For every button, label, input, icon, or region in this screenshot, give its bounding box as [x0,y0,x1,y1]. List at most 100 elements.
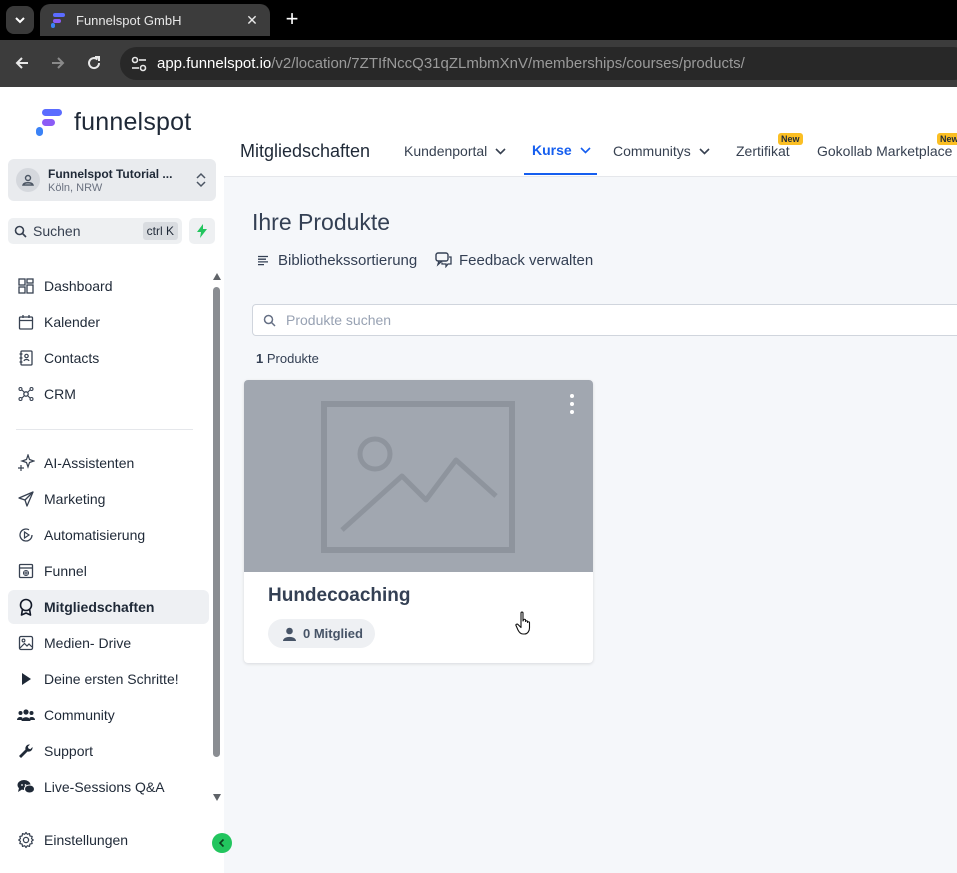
sidebar-item-support[interactable]: Support [8,734,209,768]
sidebar: funnelspot Funnelspot Tutorial ... Köln,… [0,87,232,873]
account-switcher[interactable]: Funnelspot Tutorial ... Köln, NRW [8,159,216,201]
section-title: Mitgliedschaften [240,141,371,161]
chat-icon [17,778,35,796]
tab-kurse[interactable]: Kurse [532,142,591,158]
chevron-left-icon [218,838,225,848]
sidebar-item-marketing[interactable]: Marketing [8,482,209,516]
sidebar-item-dashboard[interactable]: Dashboard [8,269,209,303]
calendar-icon [17,313,35,331]
sidebar-item-crm[interactable]: CRM [8,377,209,411]
browser-tab[interactable]: Funnelspot GmbH ✕ [40,4,270,36]
manage-feedback-label: Feedback verwalten [459,251,594,269]
member-count-badge: 0 Mitglied [268,619,375,648]
people-icon [17,706,35,724]
reload-button[interactable] [82,51,106,75]
tab-search-button[interactable] [6,6,34,34]
quick-actions-button[interactable] [189,218,215,244]
tab-kundenportal[interactable]: Kundenportal [404,143,506,159]
tab-label: Communitys [613,143,691,159]
account-text: Funnelspot Tutorial ... Köln, NRW [48,167,194,194]
funnel-icon [17,562,35,580]
tab-label: Kundenportal [404,143,488,159]
sidebar-item-label: Community [44,707,115,723]
chevron-up-down-icon [194,168,208,192]
sidebar-item-label: Medien- Drive [44,635,132,651]
search-label: Suchen [33,223,81,239]
sidebar-item-label: Marketing [44,491,106,507]
sort-lines-icon [254,251,272,269]
user-icon [282,627,297,641]
close-tab-icon[interactable]: ✕ [244,12,260,29]
sidebar-item-label: CRM [44,386,76,402]
contacts-icon [17,349,35,367]
address-bar[interactable]: app.funnelspot.io/v2/location/7ZTIfNccQ3… [120,47,957,80]
tab-gokollab-marketplace[interactable]: Gokollab Marketplace [817,143,952,159]
sidebar-search[interactable]: Suchen ctrl K [8,218,182,244]
sidebar-item-label: Deine ersten Schritte! [44,671,179,687]
image-icon [17,634,35,652]
image-placeholder-icon [321,401,515,553]
tab-title: Funnelspot GmbH [76,12,182,28]
new-tab-button[interactable]: + [281,8,303,30]
product-count-number: 1 [256,351,264,366]
funnelspot-favicon-icon [50,12,66,28]
account-name: Funnelspot Tutorial ... [48,166,173,181]
sidebar-item-label: Contacts [44,350,100,366]
funnelspot-logo-icon [36,109,62,136]
sidebar-item-contacts[interactable]: Contacts [8,341,209,375]
tab-communitys[interactable]: Communitys [613,143,710,159]
sidebar-item-einstellungen[interactable]: Einstellungen [8,823,209,857]
sidebar-item-automatisierung[interactable]: Automatisierung [8,518,209,552]
card-more-options-icon[interactable] [564,394,580,414]
chevron-down-icon [580,146,591,154]
tab-zertifikat[interactable]: Zertifikat [736,143,790,159]
product-thumbnail [244,380,593,572]
forward-button[interactable] [46,51,70,75]
product-count: 1 Produkte [256,351,319,366]
logo-text: funnelspot [74,107,192,136]
browser-toolbar: app.funnelspot.io/v2/location/7ZTIfNccQ3… [0,40,957,87]
scroll-down-icon[interactable] [213,794,221,801]
crm-icon [17,385,35,403]
send-icon [17,490,35,508]
product-count-label: Produkte [266,351,319,366]
sidebar-item-live-sessions[interactable]: Live-Sessions Q&A [8,770,209,804]
library-sort-button[interactable]: Bibliothekssortierung [254,251,417,269]
manage-feedback-button[interactable]: Feedback verwalten [435,251,593,269]
sidebar-item-medien-drive[interactable]: Medien- Drive [8,626,209,660]
gear-icon [17,831,35,849]
search-shortcut: ctrl K [142,222,178,240]
sidebar-item-kalender[interactable]: Kalender [8,305,209,339]
sidebar-item-mitgliedschaften[interactable]: Mitgliedschaften [8,590,209,624]
sidebar-item-ai-assistenten[interactable]: AI-Assistenten [8,446,209,480]
dashboard-icon [17,277,35,295]
scroll-thumb[interactable] [213,287,220,757]
sidebar-item-funnel[interactable]: Funnel [8,554,209,588]
location-avatar [16,168,40,192]
product-search[interactable] [252,304,957,336]
arrow-left-icon [15,57,28,69]
play-icon [17,670,35,688]
product-search-input[interactable] [286,312,886,328]
sidebar-item-erste-schritte[interactable]: Deine ersten Schritte! [8,662,209,696]
site-info-icon[interactable] [128,53,150,75]
product-card[interactable]: Hundecoaching 0 Mitglied [244,380,593,663]
sidebar-item-community[interactable]: Community [8,698,209,732]
product-title[interactable]: Hundecoaching [268,585,411,607]
chevron-down-icon [699,147,710,155]
sidebar-item-label: Einstellungen [44,832,129,848]
browser-tab-strip: Funnelspot GmbH ✕ + [0,0,957,40]
feedback-icon [435,251,453,269]
wrench-icon [17,742,35,760]
collapse-sidebar-button[interactable] [212,833,232,853]
funnelspot-logo[interactable]: funnelspot [36,107,191,137]
search-icon [263,314,276,327]
sidebar-scrollbar[interactable] [211,273,221,803]
back-button[interactable] [10,51,34,75]
library-sort-label: Bibliothekssortierung [278,251,418,269]
arrow-right-icon [52,57,65,69]
page-title: Ihre Produkte [252,209,391,235]
sparkle-icon [17,454,35,472]
active-tab-indicator [524,173,597,175]
scroll-up-icon[interactable] [213,273,221,280]
